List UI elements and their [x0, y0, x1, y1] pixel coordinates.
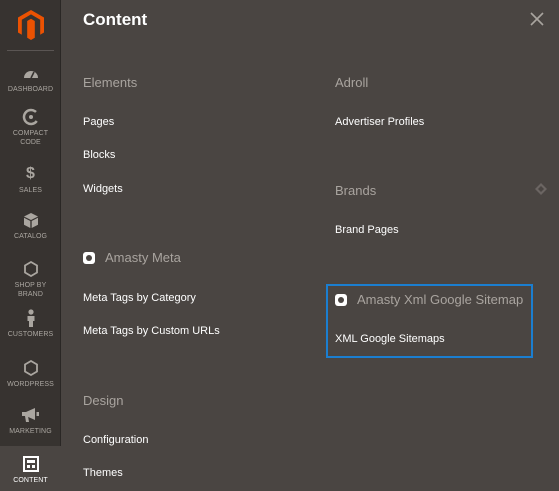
section-design-title: Design [83, 393, 124, 408]
amasty-logo-icon [83, 251, 95, 264]
content-layout-icon [21, 454, 41, 474]
dashboard-icon [21, 63, 41, 83]
magento-logo-icon [17, 10, 44, 40]
close-button[interactable] [529, 11, 545, 27]
nav-sales[interactable]: $ SALES [0, 164, 61, 198]
nav-shop-by-brand-label: SHOP BY BRAND [14, 282, 47, 298]
menu-link-pages[interactable]: Pages [83, 116, 114, 128]
nav-content[interactable]: CONTENT [0, 446, 61, 491]
menu-link-configuration[interactable]: Configuration [83, 434, 148, 446]
section-amasty-meta-label: Amasty Meta [105, 250, 181, 265]
panel-title: Content [83, 10, 148, 29]
section-elements-title: Elements [83, 75, 138, 90]
dollar-icon: $ [26, 165, 35, 182]
nav-content-label: CONTENT [13, 477, 48, 484]
person-icon [21, 308, 41, 328]
menu-link-meta-tags-by-custom-urls[interactable]: Meta Tags by Custom URLs [83, 325, 220, 337]
menu-link-widgets[interactable]: Widgets [83, 183, 123, 195]
diamond-icon [535, 183, 547, 195]
nav-catalog-label: CATALOG [13, 233, 48, 240]
admin-sidebar: DASHBOARD COMPACT CODE $ SALES CATALOG S… [0, 0, 61, 491]
nav-sales-label: SALES [18, 187, 43, 194]
nav-marketing-label: MARKETING [9, 428, 52, 435]
nav-catalog[interactable]: CATALOG [0, 210, 61, 244]
logo-divider [7, 50, 54, 51]
nav-marketing[interactable]: MARKETING [0, 405, 61, 439]
hexagon-icon [21, 358, 41, 378]
cube-icon [21, 210, 41, 230]
close-icon [530, 12, 544, 26]
sitemap-section-highlight [326, 284, 533, 358]
nav-shop-by-brand[interactable]: SHOP BY BRAND [0, 259, 61, 303]
hexagon-icon [21, 259, 41, 279]
megaphone-icon [21, 405, 41, 425]
menu-link-meta-tags-by-category[interactable]: Meta Tags by Category [83, 292, 196, 304]
section-adroll-title: Adroll [335, 75, 369, 90]
nav-wordpress[interactable]: WORDPRESS [0, 358, 61, 392]
content-flyout-panel: Content Elements Pages Blocks Widgets Am… [61, 0, 559, 491]
menu-link-themes[interactable]: Themes [83, 467, 123, 479]
nav-customers-label: CUSTOMERS [7, 331, 54, 338]
magento-logo[interactable] [0, 0, 61, 50]
menu-link-blocks[interactable]: Blocks [83, 149, 115, 161]
nav-customers[interactable]: CUSTOMERS [0, 308, 61, 342]
nav-compact-code[interactable]: COMPACT CODE [0, 107, 61, 153]
nav-compact-code-label: COMPACT CODE [12, 130, 49, 146]
nav-dashboard-label: DASHBOARD [7, 86, 54, 93]
compact-code-icon [21, 107, 41, 127]
nav-dashboard[interactable]: DASHBOARD [0, 63, 61, 95]
section-brands-title: Brands [335, 183, 377, 198]
nav-wordpress-label: WORDPRESS [7, 381, 54, 388]
menu-link-brand-pages[interactable]: Brand Pages [335, 224, 399, 236]
menu-link-advertiser-profiles[interactable]: Advertiser Profiles [335, 116, 424, 128]
section-amasty-meta-title: Amasty Meta [83, 250, 181, 265]
